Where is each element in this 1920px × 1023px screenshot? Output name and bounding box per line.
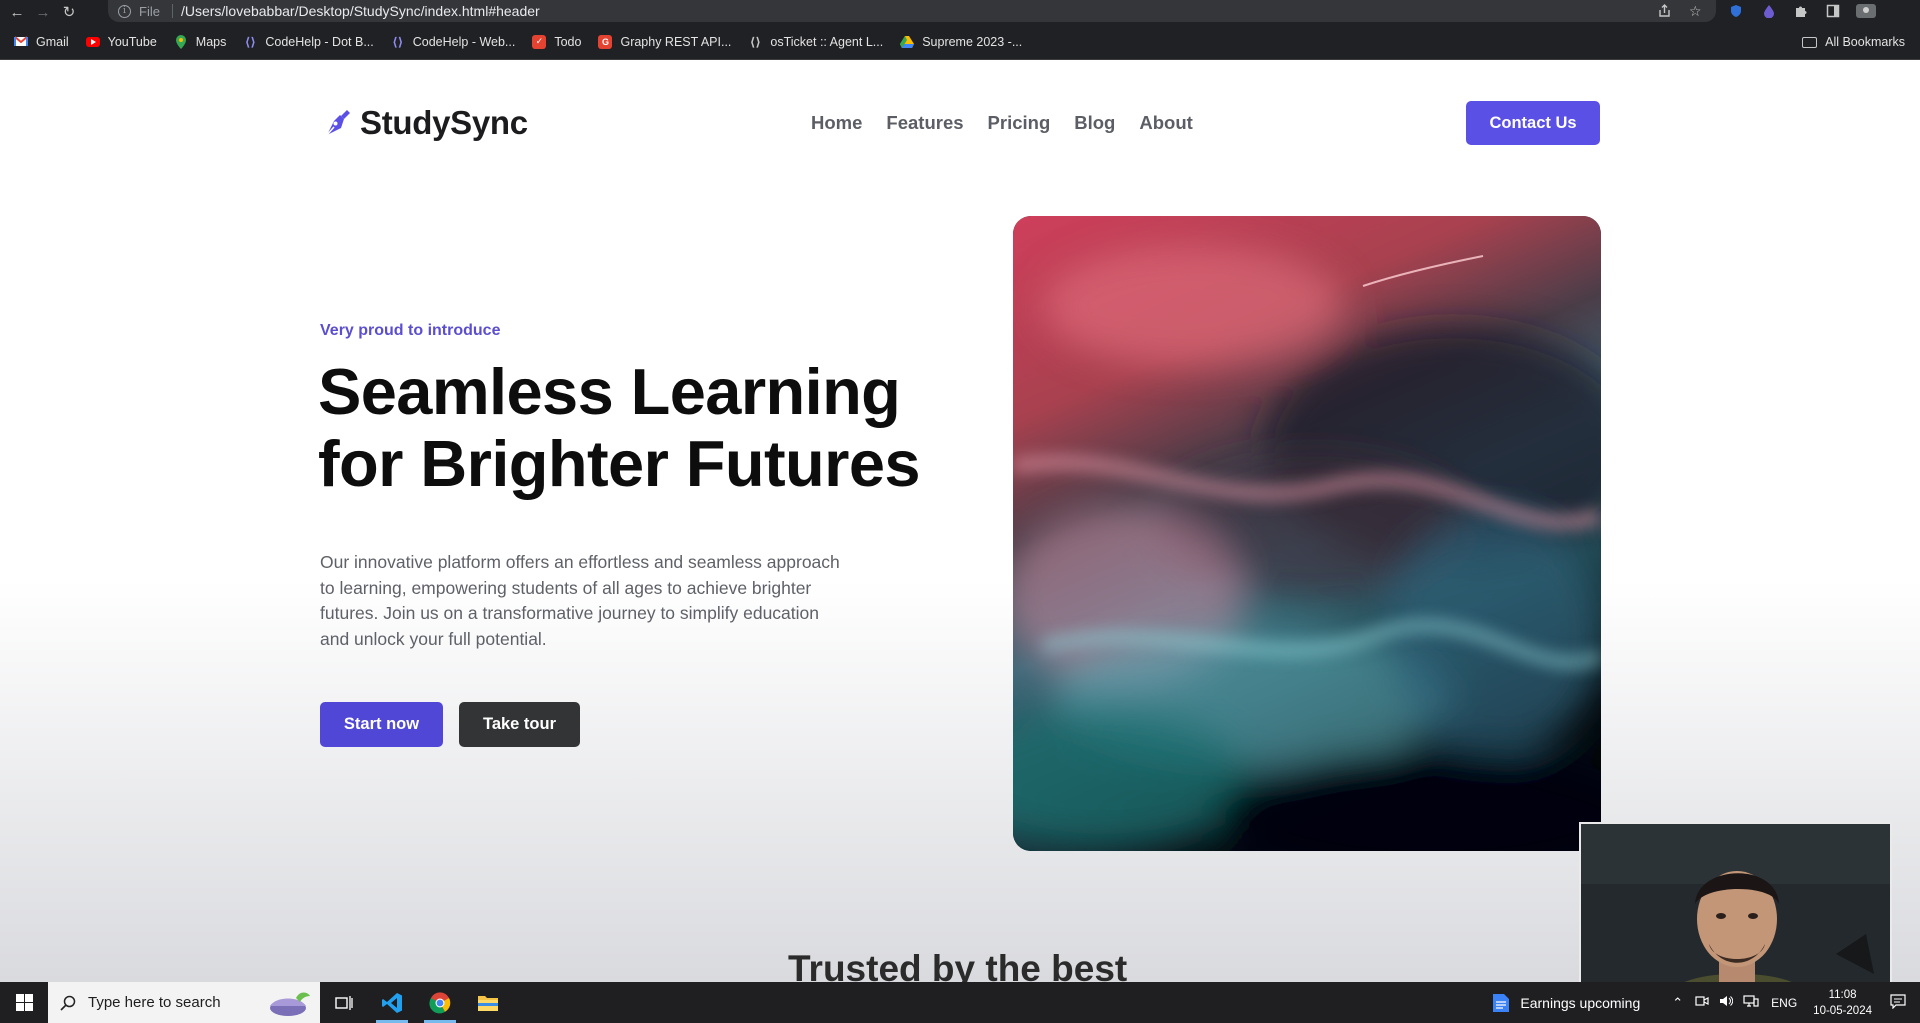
extension-drop-icon[interactable] — [1763, 0, 1775, 22]
hero-headline: Seamless Learning for Brighter Futures — [318, 356, 938, 500]
hero-description: Our innovative platform offers an effort… — [320, 552, 840, 649]
hero-image — [1013, 216, 1601, 851]
codehelp-icon: ⟨⟩ — [392, 34, 404, 49]
url-separator — [171, 4, 173, 18]
bookmark-todo[interactable]: ✓ Todo — [532, 34, 582, 49]
all-bookmarks-label: All Bookmarks — [1825, 35, 1905, 49]
nav-home[interactable]: Home — [811, 112, 862, 134]
headline-line-2: for Brighter Futures — [318, 427, 921, 500]
all-bookmarks[interactable]: All Bookmarks — [1802, 24, 1905, 60]
bookmark-label: Supreme 2023 -... — [922, 34, 1023, 49]
meet-now-icon[interactable] — [1695, 995, 1709, 1010]
bookmark-star-icon[interactable]: ☆ — [1689, 0, 1702, 22]
studysync-page: StudySync Home Features Pricing Blog Abo… — [0, 60, 1920, 982]
headline-line-1: Seamless Learning — [318, 355, 901, 428]
side-panel-icon[interactable] — [1826, 0, 1840, 22]
brand-name: StudySync — [360, 104, 528, 141]
taskbar-search[interactable]: Type here to search — [48, 982, 320, 1023]
search-placeholder: Type here to search — [88, 994, 221, 1011]
url-text[interactable]: /Users/lovebabbar/Desktop/StudySync/inde… — [181, 3, 540, 19]
nav-about[interactable]: About — [1139, 112, 1192, 134]
chevron-up-icon[interactable]: ⌃ — [1672, 995, 1683, 1011]
bookmarks-bar: Gmail YouTube Maps ⟨⟩ CodeHelp - Dot B..… — [0, 24, 1920, 60]
nav-features[interactable]: Features — [886, 112, 963, 134]
extension-shield-icon[interactable] — [1730, 0, 1742, 22]
bookmark-label: Graphy REST API... — [620, 34, 732, 49]
nav-pricing[interactable]: Pricing — [988, 112, 1051, 134]
windows-start-button[interactable] — [0, 982, 48, 1023]
bookmark-label: CodeHelp - Web... — [412, 34, 516, 49]
extensions-puzzle-icon[interactable] — [1794, 0, 1808, 22]
osticket-icon: ⟨⟩ — [749, 34, 761, 49]
bookmark-gmail[interactable]: Gmail — [14, 35, 69, 49]
webcam-overlay — [1579, 822, 1892, 982]
main-nav: Home Features Pricing Blog About — [811, 112, 1217, 134]
share-icon[interactable] — [1658, 0, 1671, 22]
vscode-icon — [382, 992, 402, 1013]
search-icon — [60, 995, 76, 1011]
document-icon — [1493, 993, 1510, 1012]
codehelp-icon: ⟨⟩ — [244, 34, 256, 49]
back-icon[interactable]: ← — [8, 3, 26, 21]
taskbar-file-explorer[interactable] — [464, 982, 512, 1023]
bookmark-label: YouTube — [107, 34, 157, 49]
search-highlight-icon — [270, 992, 310, 1016]
bookmark-label: Gmail — [36, 34, 69, 49]
bookmark-codehelp-dotb[interactable]: ⟨⟩ CodeHelp - Dot B... — [243, 34, 374, 49]
brand-logo[interactable]: StudySync — [320, 104, 528, 142]
bookmark-label: CodeHelp - Dot B... — [265, 34, 374, 49]
bookmark-osticket[interactable]: ⟨⟩ osTicket :: Agent L... — [748, 35, 883, 49]
news-label: Earnings upcoming — [1520, 994, 1641, 1011]
chrome-icon — [429, 991, 451, 1013]
bookmark-youtube[interactable]: YouTube — [85, 34, 157, 49]
take-tour-button[interactable]: Take tour — [459, 702, 580, 747]
start-now-button[interactable]: Start now — [320, 702, 443, 747]
task-view-button[interactable] — [320, 982, 368, 1023]
bookmark-label: osTicket :: Agent L... — [770, 34, 884, 49]
graphy-icon: G — [598, 34, 613, 49]
nav-blog[interactable]: Blog — [1074, 112, 1115, 134]
notifications-icon[interactable] — [1890, 993, 1906, 1012]
gmail-icon — [14, 35, 28, 49]
taskbar-vscode[interactable] — [368, 982, 416, 1023]
clock[interactable]: 11:08 10-05-2024 — [1813, 987, 1872, 1019]
todo-icon: ✓ — [532, 34, 547, 49]
language-indicator[interactable]: ENG — [1771, 996, 1797, 1010]
reload-icon[interactable]: ↻ — [60, 3, 78, 21]
task-view-icon — [335, 995, 353, 1010]
profile-avatar-icon[interactable] — [1856, 0, 1876, 22]
clock-date: 10-05-2024 — [1813, 1004, 1872, 1017]
bookmark-label: Todo — [554, 34, 582, 49]
forward-icon[interactable]: → — [34, 3, 52, 21]
url-scheme: File — [139, 3, 160, 19]
taskbar-chrome[interactable] — [416, 982, 464, 1023]
bookmark-graphy[interactable]: G Graphy REST API... — [598, 34, 732, 49]
news-widget[interactable]: Earnings upcoming — [1492, 993, 1640, 1013]
folder-icon — [478, 995, 498, 1011]
volume-icon[interactable] — [1719, 995, 1734, 1010]
bookmark-supreme[interactable]: Supreme 2023 -... — [900, 35, 1022, 49]
system-tray: Earnings upcoming ⌃ ENG 11:08 10-05-2024 — [1492, 982, 1920, 1023]
folder-icon — [1802, 36, 1818, 48]
drive-icon — [900, 35, 915, 49]
pen-nib-icon — [326, 110, 350, 136]
trusted-heading: Trusted by the best — [788, 948, 1128, 982]
address-bar[interactable]: i File /Users/lovebabbar/Desktop/StudySy… — [108, 0, 1716, 22]
youtube-icon — [85, 36, 100, 47]
browser-toolbar: ← → ↻ i File /Users/lovebabbar/Desktop/S… — [0, 0, 1920, 24]
windows-logo-icon — [15, 994, 33, 1011]
hero-eyebrow: Very proud to introduce — [320, 322, 501, 339]
windows-taskbar: Type here to search Earnings upcoming ⌃ … — [0, 982, 1920, 1023]
site-info-icon[interactable]: i — [118, 4, 131, 18]
bookmark-maps[interactable]: Maps — [174, 34, 227, 49]
contact-us-button[interactable]: Contact Us — [1466, 101, 1600, 145]
bookmark-label: Maps — [195, 34, 227, 49]
clock-time: 11:08 — [1828, 988, 1857, 1001]
bookmark-codehelp-web[interactable]: ⟨⟩ CodeHelp - Web... — [391, 34, 516, 49]
maps-icon — [174, 34, 188, 49]
network-icon[interactable] — [1743, 995, 1759, 1010]
